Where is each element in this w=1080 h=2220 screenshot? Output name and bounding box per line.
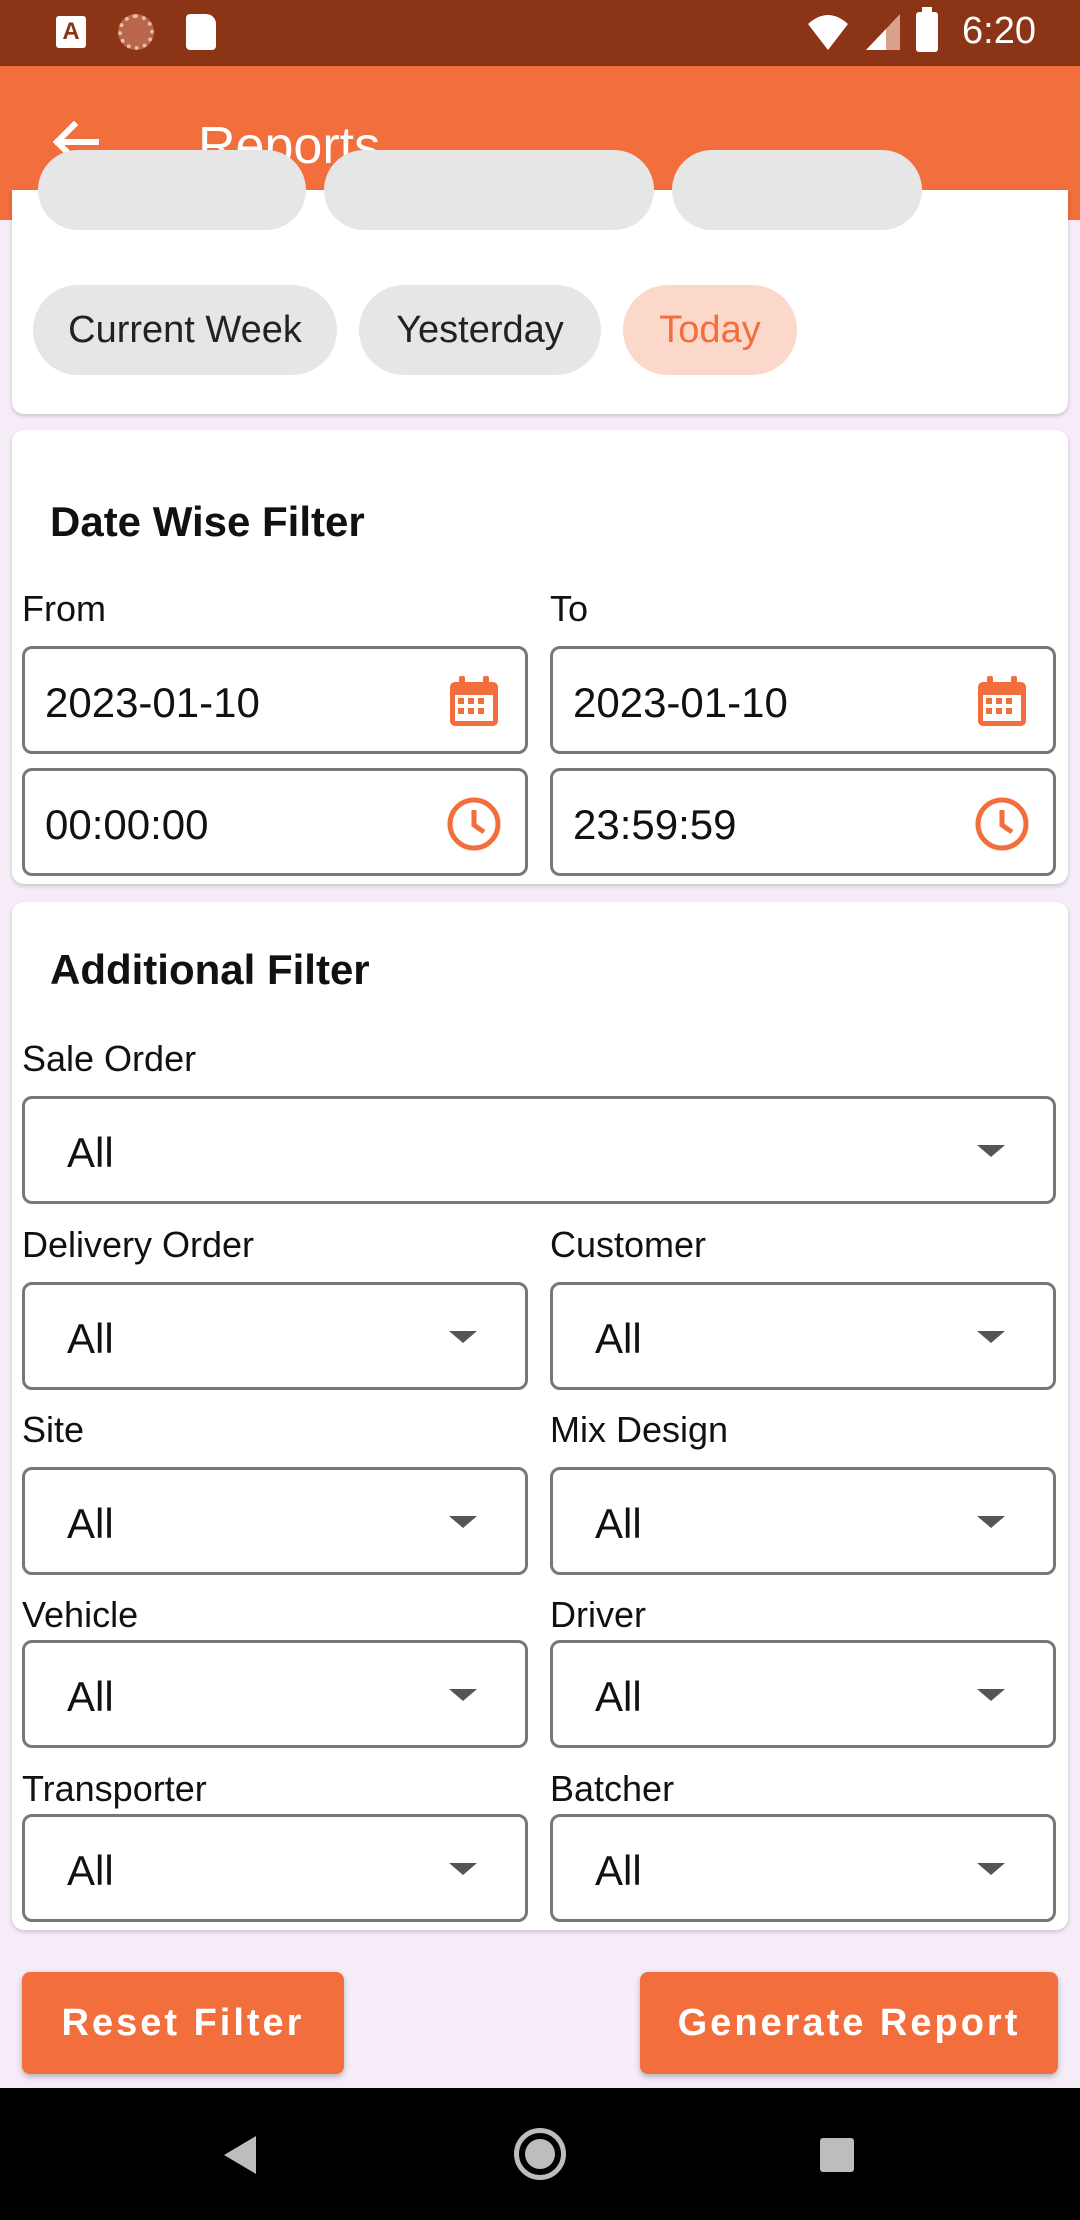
date-filter-title: Date Wise Filter <box>50 498 365 545</box>
site-label: Site <box>22 1409 85 1450</box>
chevron-down-icon <box>449 1863 477 1875</box>
clock-icon[interactable] <box>973 795 1031 853</box>
chip-partial[interactable] <box>38 150 306 230</box>
transporter-value: All <box>67 1847 114 1894</box>
chevron-down-icon <box>977 1689 1005 1701</box>
batcher-label: Batcher <box>550 1768 675 1809</box>
calendar-icon[interactable] <box>445 673 503 731</box>
status-time: 6:20 <box>962 10 1036 52</box>
to-time-value: 23:59:59 <box>573 801 737 848</box>
nav-recents-icon[interactable] <box>820 2138 854 2172</box>
vehicle-dropdown[interactable]: All <box>22 1640 528 1748</box>
sd-card-icon <box>186 14 216 50</box>
delivery-order-dropdown[interactable]: All <box>22 1282 528 1390</box>
clock-icon[interactable] <box>445 795 503 853</box>
from-date-field[interactable]: 2023-01-10 <box>22 646 528 754</box>
additional-filter-title: Additional Filter <box>50 946 370 993</box>
chip-partial[interactable] <box>324 150 654 230</box>
customer-label: Customer <box>550 1224 707 1265</box>
chip-today[interactable]: Today <box>623 285 797 375</box>
mix-design-label: Mix Design <box>550 1409 729 1450</box>
status-system-icons: 6:20 <box>806 6 1036 53</box>
chevron-down-icon <box>977 1145 1005 1157</box>
vehicle-value: All <box>67 1673 114 1720</box>
from-label: From <box>22 588 106 629</box>
customer-dropdown[interactable]: All <box>550 1282 1056 1390</box>
generate-report-button[interactable]: Generate Report <box>640 1972 1058 2074</box>
site-dropdown[interactable]: All <box>22 1467 528 1575</box>
reset-filter-button[interactable]: Reset Filter <box>22 1972 344 2074</box>
to-date-field[interactable]: 2023-01-10 <box>550 646 1056 754</box>
status-notification-icons: A <box>56 14 216 50</box>
quick-filter-card: Current Week Yesterday Today <box>12 150 1068 414</box>
to-time-field[interactable]: 23:59:59 <box>550 768 1056 876</box>
batcher-dropdown[interactable]: All <box>550 1814 1056 1922</box>
driver-dropdown[interactable]: All <box>550 1640 1056 1748</box>
battery-icon <box>916 6 939 52</box>
chevron-down-icon <box>977 1331 1005 1343</box>
chevron-down-icon <box>449 1689 477 1701</box>
calendar-icon[interactable] <box>973 673 1031 731</box>
sync-notification-icon <box>118 14 154 50</box>
cellular-signal-icon <box>866 13 901 50</box>
additional-filter-card: Additional Filter Sale Order All Deliver… <box>12 902 1068 1930</box>
chip-current-week[interactable]: Current Week <box>33 285 337 375</box>
from-date-value: 2023-01-10 <box>45 679 260 726</box>
nav-home-icon[interactable] <box>514 2128 566 2180</box>
nav-back-icon[interactable] <box>224 2136 256 2174</box>
site-value: All <box>67 1500 114 1547</box>
chip-partial[interactable] <box>672 150 922 230</box>
delivery-order-value: All <box>67 1315 114 1362</box>
app-notification-icon: A <box>56 16 86 48</box>
to-label: To <box>550 588 589 629</box>
system-nav-bar <box>0 2088 1080 2220</box>
customer-value: All <box>595 1315 642 1362</box>
from-time-value: 00:00:00 <box>45 801 209 848</box>
transporter-label: Transporter <box>22 1768 207 1809</box>
batcher-value: All <box>595 1847 642 1894</box>
sale-order-value: All <box>67 1129 114 1176</box>
status-bar: A 6:20 <box>0 0 1080 66</box>
chevron-down-icon <box>449 1516 477 1528</box>
mix-design-value: All <box>595 1500 642 1547</box>
chevron-down-icon <box>449 1331 477 1343</box>
mix-design-dropdown[interactable]: All <box>550 1467 1056 1575</box>
sale-order-label: Sale Order <box>22 1038 197 1079</box>
delivery-order-label: Delivery Order <box>22 1224 255 1265</box>
driver-label: Driver <box>550 1594 646 1635</box>
wifi-icon <box>808 14 849 50</box>
sale-order-dropdown[interactable]: All <box>22 1096 1056 1204</box>
transporter-dropdown[interactable]: All <box>22 1814 528 1922</box>
chevron-down-icon <box>977 1863 1005 1875</box>
date-wise-filter-card: Date Wise Filter From To 2023-01-10 2023… <box>12 430 1068 884</box>
vehicle-label: Vehicle <box>22 1594 139 1635</box>
from-time-field[interactable]: 00:00:00 <box>22 768 528 876</box>
chevron-down-icon <box>977 1516 1005 1528</box>
to-date-value: 2023-01-10 <box>573 679 788 726</box>
driver-value: All <box>595 1673 642 1720</box>
chip-yesterday[interactable]: Yesterday <box>359 285 601 375</box>
